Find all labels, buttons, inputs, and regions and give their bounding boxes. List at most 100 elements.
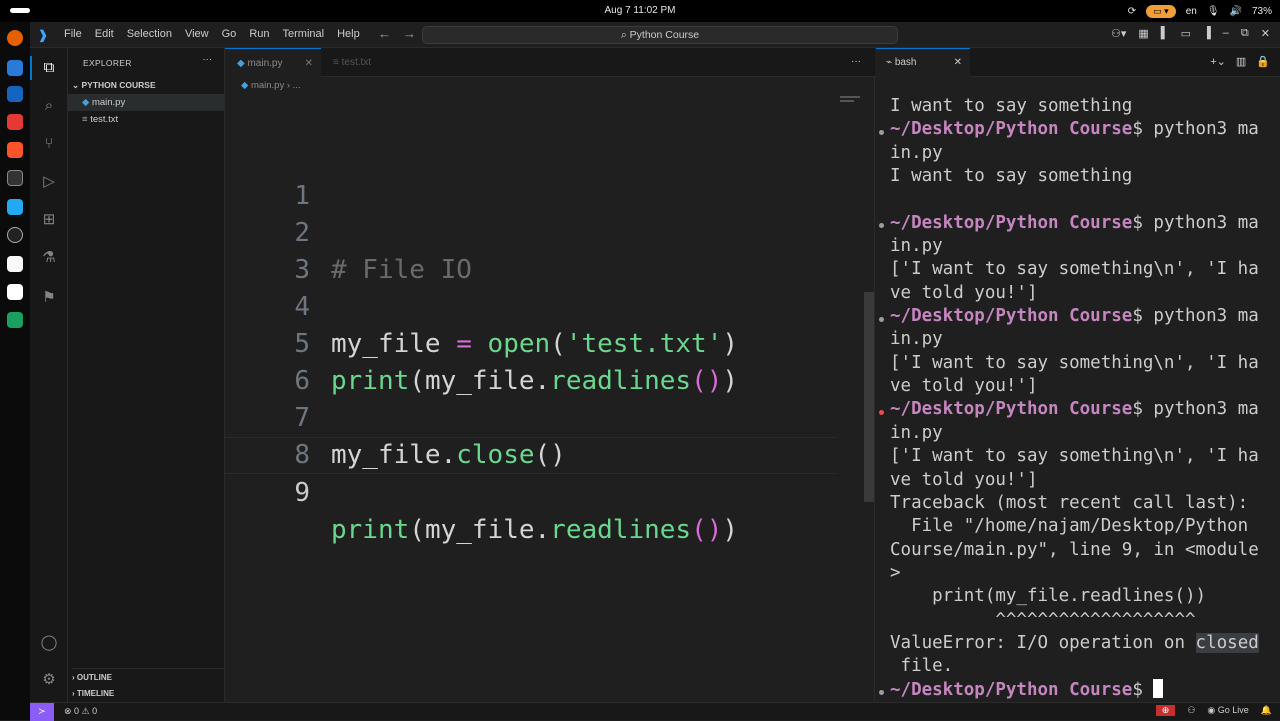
minimize-icon[interactable]: –	[1223, 27, 1229, 40]
terminal-line: File "/home/najam/Desktop/Python	[890, 516, 1249, 537]
lock-icon[interactable]: 🔒	[1256, 55, 1270, 68]
file-test-txt[interactable]: ≡ test.txt	[68, 111, 224, 128]
editor-more-icon[interactable]: ···	[851, 56, 861, 67]
code-line[interactable]: 8	[225, 400, 837, 470]
minimap[interactable]	[840, 96, 860, 106]
notifications-bell-icon[interactable]: 🔔	[1261, 705, 1272, 716]
outline-label: OUTLINE	[76, 673, 112, 682]
close-window-icon[interactable]: ✕	[1261, 27, 1270, 40]
keyboard-indicator[interactable]: ▭ ▾	[1146, 4, 1176, 18]
terminal-line: in.py	[890, 422, 943, 443]
terminal-app-icon[interactable]	[7, 170, 23, 186]
update-icon[interactable]: ⟳	[1128, 6, 1136, 17]
menu-edit[interactable]: Edit	[95, 28, 114, 40]
go-live-button[interactable]: ◉ Go Live	[1207, 705, 1248, 716]
explorer-icon[interactable]: ⧉	[39, 58, 59, 78]
vscode-logo-icon: ❱	[38, 28, 49, 42]
restore-icon[interactable]: ⧉	[1241, 27, 1249, 40]
active-view-marker	[30, 56, 32, 80]
workspace-folder[interactable]: ⌄ PYTHON COURSE	[72, 80, 224, 91]
terminal-line: ve told you!']	[890, 469, 1038, 490]
language-indicator[interactable]: en	[1186, 6, 1197, 17]
code-line[interactable]: 2 # File IO	[225, 178, 837, 285]
new-terminal-icon[interactable]: +⌄	[1210, 55, 1226, 68]
code-line[interactable]: 5 print(my_file.readlines())	[225, 289, 837, 396]
close-tab-icon[interactable]: ✕	[305, 49, 313, 78]
terminal-line: ValueError: I/O operation on closed	[890, 632, 1259, 653]
menu-terminal[interactable]: Terminal	[283, 28, 325, 40]
microphone-icon[interactable]: 🎙	[1207, 6, 1220, 17]
tab-main-py[interactable]: ◆ main.py ✕	[225, 48, 321, 77]
terminal-output[interactable]: I want to say something ~/Desktop/Python …	[890, 95, 1259, 702]
terminal-tab-bash[interactable]: ⌁ bash ✕	[876, 48, 970, 77]
document-icon[interactable]	[7, 256, 23, 272]
command-decoration[interactable]	[879, 130, 884, 135]
brave-icon[interactable]	[7, 142, 23, 158]
remote-indicator-icon[interactable]: ≻	[30, 703, 54, 721]
command-decoration[interactable]	[879, 690, 884, 695]
toggle-secondary-sidebar-icon[interactable]: ▐	[1203, 27, 1211, 40]
vscode-app-icon[interactable]	[7, 199, 23, 215]
menu-file[interactable]: File	[64, 28, 82, 40]
testing-icon[interactable]: ⚗	[39, 248, 59, 268]
file-main-py[interactable]: ◆ main.py	[68, 94, 224, 111]
notes-icon[interactable]	[7, 284, 23, 300]
terminal-panel: ⌁ bash ✕ +⌄ ▥ 🔒 I want to say something ~…	[876, 48, 1280, 702]
run-debug-icon[interactable]: ▷	[39, 172, 59, 192]
firefox-icon[interactable]	[7, 30, 23, 46]
vscode-titlebar: ❱ File Edit Selection View Go Run Termin…	[30, 22, 1280, 48]
command-decoration[interactable]	[879, 317, 884, 322]
menu-run[interactable]: Run	[249, 28, 269, 40]
code-line[interactable]: 1	[225, 141, 837, 211]
obs-icon[interactable]	[7, 227, 23, 243]
outline-section[interactable]: › OUTLINE	[72, 668, 224, 682]
timeline-section[interactable]: › TIMELINE	[72, 685, 224, 698]
tab-test-txt[interactable]: ≡ test.txt	[321, 48, 415, 77]
writer-icon[interactable]	[7, 86, 23, 102]
code-line[interactable]: 3	[225, 215, 837, 285]
zoom-indicator-icon[interactable]: ⊕	[1155, 705, 1176, 716]
source-control-icon[interactable]: ⑂	[39, 134, 59, 154]
terminal-line: in.py	[890, 236, 943, 257]
forward-arrow-icon[interactable]: →	[403, 26, 416, 41]
command-center-search[interactable]: ⌕ Python Course	[422, 26, 898, 44]
explorer-more-icon[interactable]: ···	[203, 54, 213, 65]
close-terminal-icon[interactable]: ✕	[954, 49, 962, 77]
bookmark-icon[interactable]: ⚑	[39, 288, 59, 308]
split-terminal-icon[interactable]: ▥	[1236, 55, 1246, 68]
copilot-icon[interactable]: ⚇▾	[1111, 27, 1126, 40]
terminal-line: print(my_file.readlines())	[890, 586, 1207, 607]
problems-indicator[interactable]: ⊗ 0 ⚠ 0	[64, 706, 97, 717]
account-icon[interactable]: ◯	[39, 633, 59, 653]
editor-scrollbar[interactable]	[864, 292, 874, 502]
battery-indicator[interactable]: 73%	[1252, 6, 1272, 17]
app-store-icon[interactable]	[7, 114, 23, 130]
menu-view[interactable]: View	[185, 28, 209, 40]
copilot-status-icon[interactable]: ⚇	[1187, 705, 1195, 716]
layout-icon[interactable]: ▦	[1138, 27, 1148, 40]
menu-go[interactable]: Go	[222, 28, 237, 40]
extensions-icon[interactable]: ⊞	[39, 210, 59, 230]
code-line[interactable]: 4 my_file = open('test.txt')	[225, 252, 837, 359]
command-error-decoration[interactable]	[879, 410, 884, 415]
system-clock[interactable]: Aug 7 11:02 PM	[0, 5, 1280, 16]
toggle-sidebar-icon[interactable]: ▌	[1161, 27, 1169, 40]
search-view-icon[interactable]: ⌕	[39, 96, 59, 116]
back-arrow-icon[interactable]: ←	[378, 26, 391, 41]
toggle-panel-icon[interactable]: ▭	[1181, 27, 1191, 40]
status-right: ⊕ ⚇ ◉ Go Live 🔔	[1155, 705, 1272, 716]
menu-selection[interactable]: Selection	[127, 28, 172, 40]
terminal-selection: closed	[1195, 632, 1259, 653]
settings-gear-icon[interactable]: ⚙	[39, 670, 59, 690]
command-decoration[interactable]	[879, 223, 884, 228]
terminal-line: ^^^^^^^^^^^^^^^^^^^	[890, 609, 1196, 630]
terminal-tab-label: bash	[894, 57, 917, 68]
breadcrumb[interactable]: ◆ main.py › ...	[241, 80, 301, 91]
menu-help[interactable]: Help	[337, 28, 360, 40]
calc-icon[interactable]	[7, 312, 23, 328]
current-code-line[interactable]: 9 print(my_file.readlines())	[225, 437, 837, 545]
volume-icon[interactable]: 🔊	[1230, 6, 1242, 17]
files-icon[interactable]	[7, 60, 23, 76]
code-line[interactable]: 7 my_file.close()	[225, 363, 837, 470]
code-line[interactable]: 6	[225, 326, 837, 396]
